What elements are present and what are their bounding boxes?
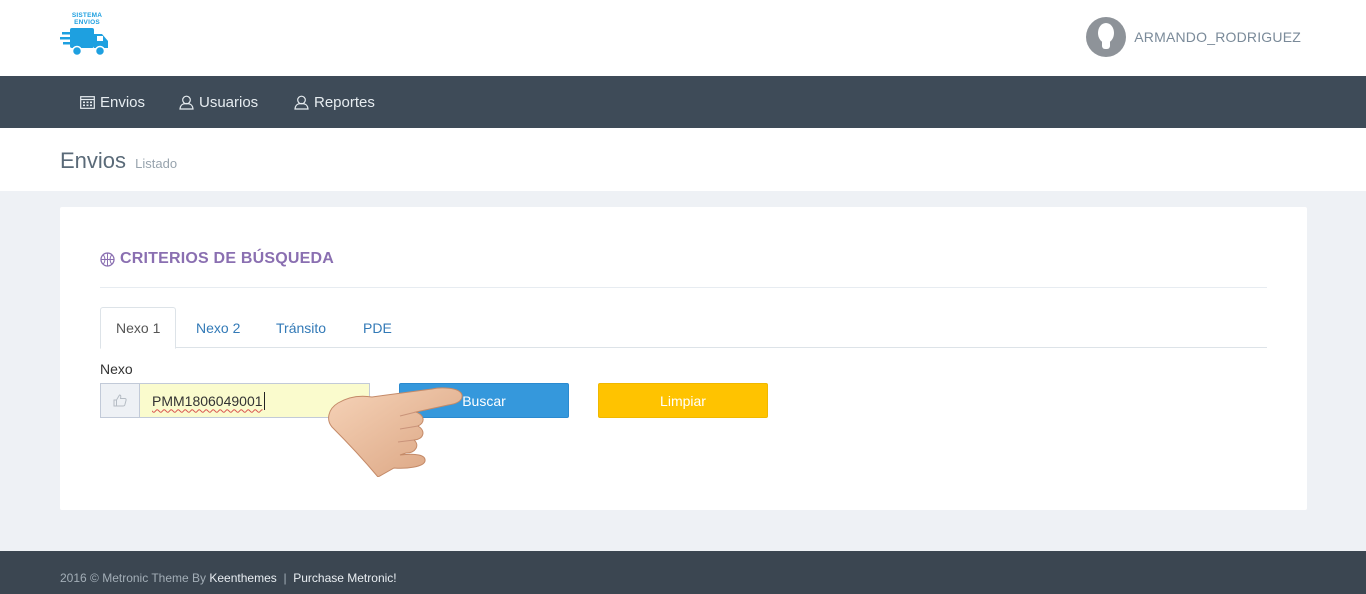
page-head: Envios Listado (0, 128, 1366, 191)
nav-item-envios[interactable]: Envios (80, 76, 145, 128)
truck-icon (60, 28, 108, 57)
user-silhouette-icon (1098, 22, 1115, 49)
footer: 2016 © Metronic Theme By Keenthemes | Pu… (0, 551, 1366, 594)
search-portlet: CRITERIOS DE BÚSQUEDA Nexo 1 Nexo 2 Trán… (60, 207, 1307, 510)
footer-author-link[interactable]: Keenthemes (209, 571, 276, 585)
top-header: SISTEMA ENVIOS ARMANDO_RODRIGUEZ (0, 0, 1366, 76)
user-icon (294, 95, 309, 110)
calendar-icon (80, 96, 95, 109)
logo[interactable]: SISTEMA ENVIOS (60, 10, 112, 60)
user-icon (179, 95, 194, 110)
tab-transito[interactable]: Tránsito (261, 307, 341, 348)
nexo-input-value: PMM1806049001 (152, 392, 263, 409)
page-title-text: Envios (60, 148, 127, 173)
limpiar-button[interactable]: Limpiar (598, 383, 768, 418)
page-subtitle: Listado (135, 156, 178, 171)
tab-pde[interactable]: PDE (348, 307, 407, 348)
avatar (1086, 16, 1127, 57)
input-addon (100, 383, 139, 418)
basketball-icon (100, 251, 115, 267)
tab-nexo-1[interactable]: Nexo 1 (100, 307, 177, 349)
footer-purchase-link[interactable]: Purchase Metronic! (293, 571, 396, 585)
user-name: ARMANDO_RODRIGUEZ (1134, 28, 1301, 45)
nav-item-label: Usuarios (199, 93, 259, 111)
text-caret (263, 391, 265, 410)
tab-nexo-2[interactable]: Nexo 2 (181, 307, 255, 348)
nexo-label: Nexo (100, 361, 133, 377)
thumbs-up-icon (113, 394, 127, 407)
nav-item-reportes[interactable]: Reportes (294, 76, 375, 128)
pointing-hand-icon (328, 387, 463, 477)
nav-item-label: Envios (100, 93, 146, 111)
footer-text: 2016 © Metronic Theme By Keenthemes | Pu… (60, 571, 397, 585)
portlet-title-text: CRITERIOS DE BÚSQUEDA (120, 250, 334, 267)
nav-item-usuarios[interactable]: Usuarios (179, 76, 258, 128)
divider (100, 287, 1267, 288)
search-tabs: Nexo 1 Nexo 2 Tránsito PDE (100, 307, 1267, 349)
main-navbar: Envios Usuarios Reportes (0, 76, 1366, 128)
footer-separator: | (283, 571, 287, 585)
logo-text: SISTEMA ENVIOS (71, 12, 103, 26)
nav-item-label: Reportes (314, 93, 375, 111)
portlet-title: CRITERIOS DE BÚSQUEDA (100, 250, 334, 268)
page-title: Envios Listado (60, 148, 177, 174)
footer-copyright: 2016 © Metronic Theme By (60, 571, 207, 585)
user-menu[interactable]: ARMANDO_RODRIGUEZ (1086, 16, 1301, 57)
